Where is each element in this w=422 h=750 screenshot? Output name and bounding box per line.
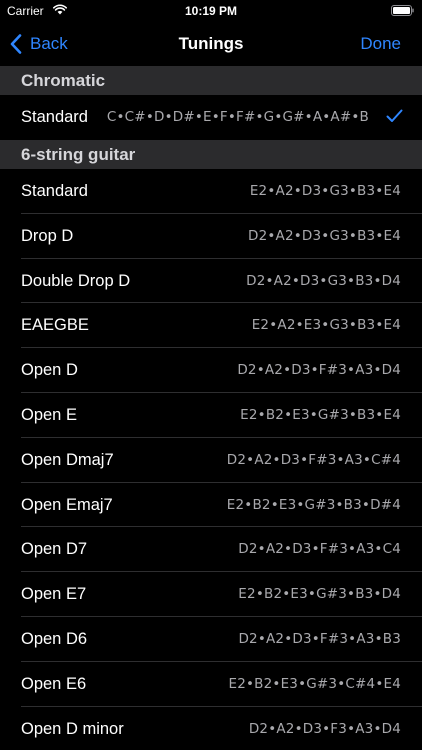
tuning-notes: E2•B2•E3•G#3•B3•D#4 [226,496,401,513]
tuning-name: Standard [21,182,88,200]
tuning-row-drop-d[interactable]: Drop D D2•A2•D3•G3•B3•E4 [0,213,422,259]
back-button-label: Back [30,34,68,53]
tuning-row-open-dmaj7[interactable]: Open Dmaj7 D2•A2•D3•F#3•A3•C#4 [0,437,422,483]
tuning-notes: D2•A2•D3•F#3•A3•D4 [237,362,401,379]
tuning-name: Open E7 [21,585,87,604]
checkmark-icon [386,109,403,122]
tuning-notes: D2•A2•D3•F#3•A3•B3 [238,630,401,647]
tuning-row-chromatic-standard[interactable]: Standard C•C#•D•D#•E•F•F#•G•G#•A•A#•B [0,95,422,140]
section-header-6-string-guitar: 6-string guitar [0,140,422,169]
tuning-row-open-e7[interactable]: Open E7 E2•B2•E3•G#3•B3•D4 [0,572,422,617]
tuning-name: EAEGBE [21,316,89,335]
tuning-row-double-drop-d[interactable]: Double Drop D D2•A2•D3•G3•B3•D4 [0,258,422,304]
tuning-row-open-d6[interactable]: Open D6 D2•A2•D3•F#3•A3•B3 [0,616,422,662]
tuning-name: Open D [21,361,78,380]
chevron-left-icon [10,34,22,54]
tuning-notes: D2•A2•D3•G3•B3•E4 [247,227,401,244]
tuning-notes: E2•A2•D3•G3•B3•E4 [249,183,401,199]
status-time: 10:19 PM [184,4,238,18]
tuning-row-open-emaj7[interactable]: Open Emaj7 E2•B2•E3•G#3•B3•D#4 [0,482,422,528]
tuning-notes: D2•A2•D3•F#3•A3•C#4 [226,451,401,468]
tuning-row-open-e6[interactable]: Open E6 E2•B2•E3•G#3•C#4•E4 [0,661,422,707]
tuning-row-open-d7[interactable]: Open D7 D2•A2•D3•F#3•A3•C4 [0,527,422,573]
tuning-notes: E2•A2•E3•G3•B3•E4 [251,317,401,334]
tunings-screen: Carrier 10:19 PM Back Tunings Done Chrom… [0,0,422,750]
navigation-bar: Back Tunings Done [0,22,422,66]
done-button[interactable]: Done [360,22,401,66]
tuning-notes: D2•A2•D3•F#3•A3•C4 [238,541,401,558]
tuning-name: Open Dmaj7 [21,450,114,469]
tuning-name: Open E [21,405,77,424]
tuning-name: Standard [21,108,88,126]
tuning-name: Drop D [21,226,74,245]
tuning-notes: C•C#•D•D#•E•F•F#•G•G#•A•A#•B [106,109,369,125]
tuning-notes: D2•A2•D3•G3•B3•D4 [246,272,401,289]
tuning-notes: E2•B2•E3•G#3•B3•E4 [240,406,401,423]
tuning-row-eaegbe[interactable]: EAEGBE E2•A2•E3•G3•B3•E4 [0,303,422,349]
tuning-row-open-e[interactable]: Open E E2•B2•E3•G#3•B3•E4 [0,392,422,438]
back-button[interactable]: Back [10,22,68,66]
tuning-name: Open D minor [21,719,124,738]
tuning-notes: D2•A2•D3•F3•A3•D4 [248,720,401,737]
tuning-row-open-d[interactable]: Open D D2•A2•D3•F#3•A3•D4 [0,348,422,393]
tuning-name: Double Drop D [21,271,131,290]
tuning-name: Open D6 [21,629,88,648]
tuning-name: Open D7 [21,540,88,559]
tunings-list: Chromatic Standard C•C#•D•D#•E•F•F#•G•G#… [0,66,422,750]
tuning-name: Open E6 [21,674,87,693]
section-header-chromatic: Chromatic [0,66,422,95]
status-bar: Carrier 10:19 PM [0,0,422,22]
tuning-notes: E2•B2•E3•G#3•C#4•E4 [228,675,401,692]
tuning-row-standard[interactable]: Standard E2•A2•D3•G3•B3•E4 [0,169,422,214]
tuning-row-open-d-minor[interactable]: Open D minor D2•A2•D3•F3•A3•D4 [0,706,422,750]
battery-icon [391,5,414,16]
tuning-name: Open Emaj7 [21,495,113,514]
tuning-notes: E2•B2•E3•G#3•B3•D4 [238,586,401,603]
